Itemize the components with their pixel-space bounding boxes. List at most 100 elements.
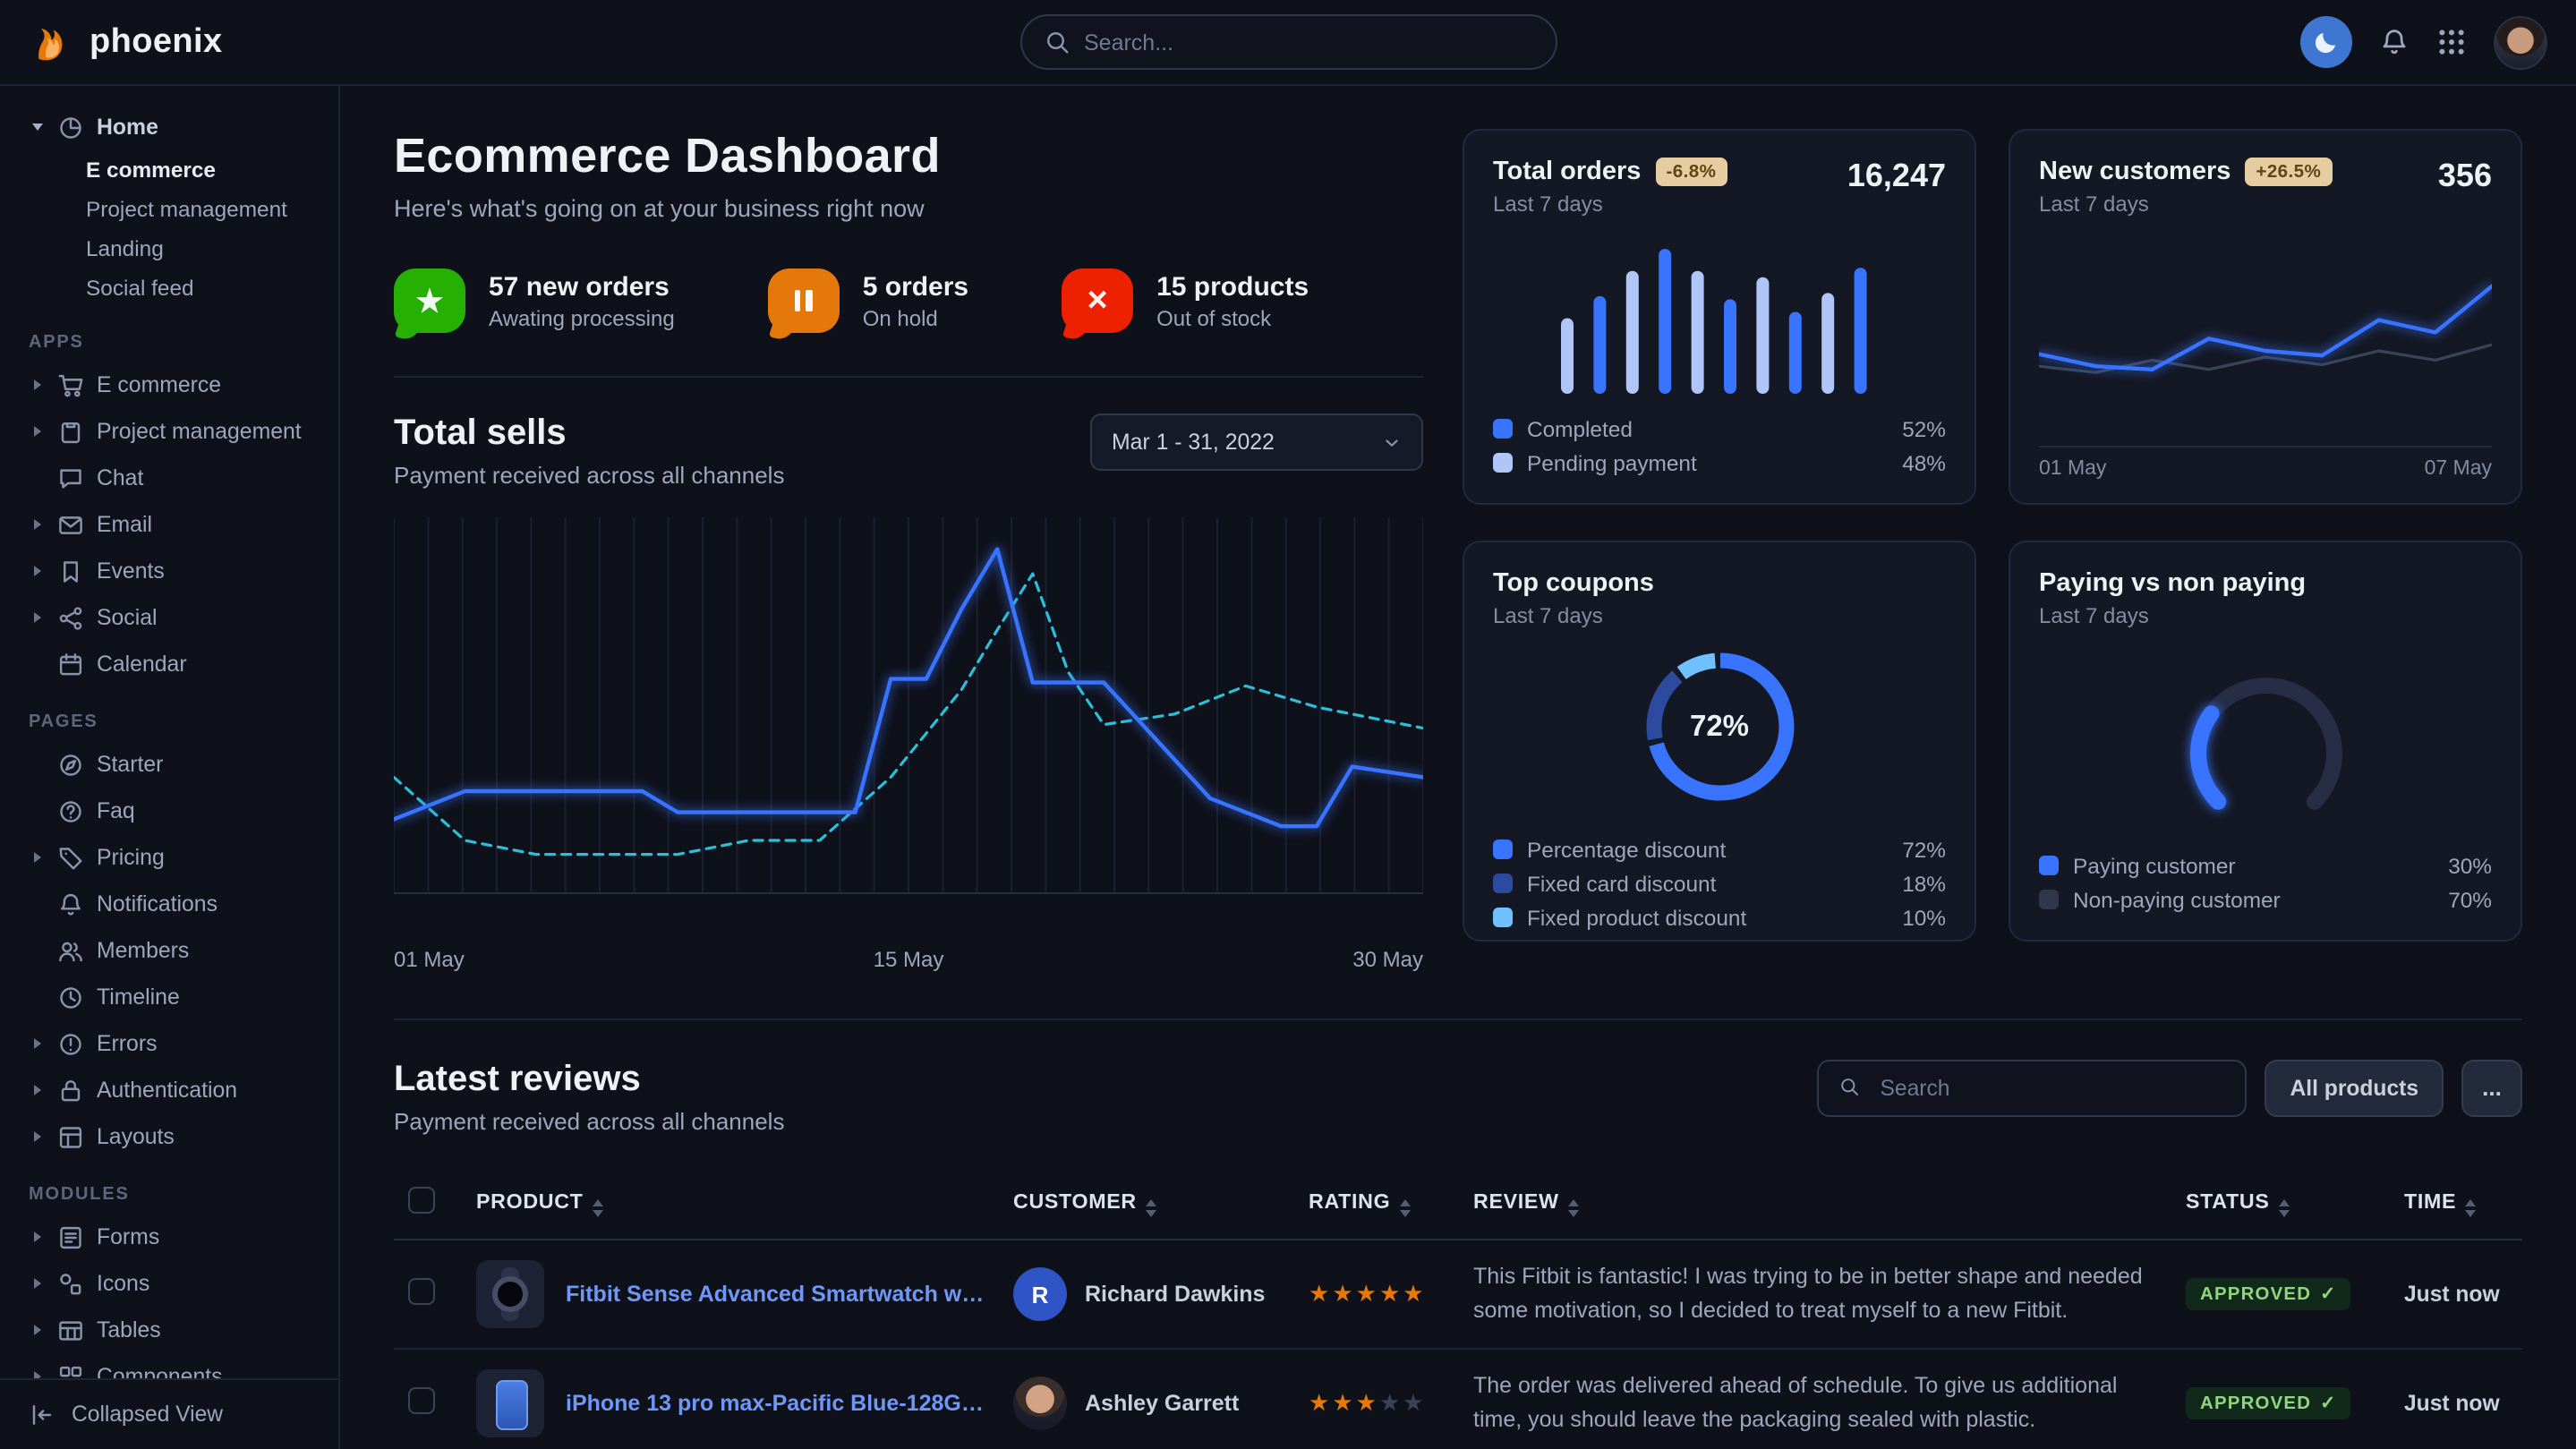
dark-mode-toggle[interactable] xyxy=(2300,16,2352,68)
paying-gauge-chart xyxy=(2158,660,2373,824)
row-checkbox[interactable] xyxy=(408,1387,435,1414)
legend-swatch xyxy=(2039,856,2059,875)
table-icon xyxy=(57,1317,84,1343)
card-period: Last 7 days xyxy=(2039,603,2306,628)
calendar-icon xyxy=(57,651,84,678)
collapsed-view-toggle[interactable]: Collapsed View xyxy=(0,1377,338,1449)
x-label: 15 May xyxy=(874,947,944,972)
review-row: Fitbit Sense Advanced Smartwatch with To… xyxy=(394,1240,2522,1349)
sidebar-item-notifications[interactable]: Notifications xyxy=(21,881,317,927)
more-options-button[interactable]: ... xyxy=(2461,1060,2522,1117)
legend-swatch xyxy=(1493,874,1513,893)
reviews-search[interactable] xyxy=(1818,1060,2248,1117)
card-title: Top coupons xyxy=(1493,569,1654,598)
column-header-product[interactable]: PRODUCT xyxy=(462,1167,999,1240)
check-icon: ✓ xyxy=(2320,1394,2336,1413)
sidebar-subitem-landing[interactable]: Landing xyxy=(21,229,317,268)
sidebar-item-layouts[interactable]: Layouts xyxy=(21,1113,317,1160)
sidebar-item-forms[interactable]: Forms xyxy=(21,1214,317,1260)
notifications-button[interactable] xyxy=(2379,27,2410,57)
sidebar-item-pricing[interactable]: Pricing xyxy=(21,834,317,881)
caret-right-icon xyxy=(29,852,45,863)
sidebar-item-icons[interactable]: Icons xyxy=(21,1260,317,1307)
sidebar-item-chat[interactable]: Chat xyxy=(21,455,317,501)
sidebar-item-label: Notifications xyxy=(97,891,218,916)
legend-row-pending-payment: Pending payment48% xyxy=(1493,446,1946,480)
help-icon xyxy=(57,797,84,824)
trend-badge: +26.5% xyxy=(2245,158,2332,186)
caret-right-icon xyxy=(29,1131,45,1142)
paying-legend: Paying customer30%Non-paying customer70% xyxy=(2039,848,2492,916)
sidebar-item-faq[interactable]: Faq xyxy=(21,788,317,834)
caret-right-icon xyxy=(29,612,45,623)
sidebar-item-home[interactable]: Home xyxy=(21,104,317,150)
top-coupons-card: Top coupons Last 7 days 72% Percentage d… xyxy=(1463,541,1976,942)
user-avatar[interactable] xyxy=(2494,15,2547,69)
pie-chart-icon xyxy=(57,114,84,141)
apps-menu-button[interactable] xyxy=(2436,27,2467,57)
sidebar-subitem-label: Project management xyxy=(86,197,287,222)
legend-swatch xyxy=(1493,908,1513,927)
sidebar-subitem-project-management[interactable]: Project management xyxy=(21,190,317,229)
status-badge: APPROVED✓ xyxy=(2186,1278,2350,1310)
stat-out-of-stock: ×15 productsOut of stock xyxy=(1062,268,1309,333)
sidebar-subitem-label: Landing xyxy=(86,236,164,261)
sidebar-item-errors[interactable]: Errors xyxy=(21,1020,317,1067)
status-label: APPROVED xyxy=(2200,1284,2311,1304)
legend-label: Non-paying customer xyxy=(2073,887,2281,912)
date-range-select[interactable]: Mar 1 - 31, 2022 xyxy=(1090,413,1423,471)
reviews-title: Latest reviews xyxy=(394,1060,784,1101)
sort-icon xyxy=(1568,1198,1579,1216)
reviews-table: PRODUCTCUSTOMERRATINGREVIEWSTATUSTIME Fi… xyxy=(394,1167,2522,1449)
column-header-rating[interactable]: RATING xyxy=(1294,1167,1459,1240)
column-header-customer[interactable]: CUSTOMER xyxy=(999,1167,1294,1240)
sidebar-item-tables[interactable]: Tables xyxy=(21,1307,317,1353)
search-icon xyxy=(1839,1075,1866,1102)
legend-swatch xyxy=(1493,840,1513,859)
product-link[interactable]: Fitbit Sense Advanced Smartwatch with To… xyxy=(566,1282,985,1307)
product-link[interactable]: iPhone 13 pro max-Pacific Blue-128GB sto… xyxy=(566,1391,985,1416)
sidebar-item-authentication[interactable]: Authentication xyxy=(21,1067,317,1113)
product-thumbnail-watch xyxy=(476,1260,544,1328)
column-header-status[interactable]: STATUS xyxy=(2171,1167,2390,1240)
stat-subtitle: Awating processing xyxy=(489,305,675,330)
sidebar-item-label: Tables xyxy=(97,1317,161,1342)
all-products-filter-button[interactable]: All products xyxy=(2265,1060,2444,1117)
legend-label: Fixed product discount xyxy=(1527,905,1746,930)
reviews-search-input[interactable] xyxy=(1881,1076,2226,1101)
brand-logo[interactable]: phoenix xyxy=(29,19,340,65)
column-header-time[interactable]: TIME xyxy=(2390,1167,2522,1240)
cart-icon xyxy=(57,371,84,398)
legend-swatch xyxy=(1493,419,1513,439)
page-subtitle: Here's what's going on at your business … xyxy=(394,195,1423,222)
sidebar-item-components[interactable]: Components xyxy=(21,1353,317,1377)
column-header-review[interactable]: REVIEW xyxy=(1459,1167,2171,1240)
apps-grid-icon xyxy=(2436,27,2467,57)
sidebar-nav: Home E commerceProject managementLanding… xyxy=(0,86,338,1377)
global-search-input[interactable] xyxy=(1084,30,1533,55)
global-search[interactable] xyxy=(1019,14,1557,70)
sidebar-item-calendar[interactable]: Calendar xyxy=(21,641,317,687)
sidebar-item-starter[interactable]: Starter xyxy=(21,741,317,788)
sidebar-item-events[interactable]: Events xyxy=(21,548,317,594)
sidebar-subitem-e-commerce[interactable]: E commerce xyxy=(21,150,317,190)
sidebar-item-timeline[interactable]: Timeline xyxy=(21,974,317,1020)
stat-subtitle: On hold xyxy=(863,305,968,330)
sidebar-item-social[interactable]: Social xyxy=(21,594,317,641)
sidebar-item-label: Chat xyxy=(97,465,143,490)
select-all-checkbox[interactable] xyxy=(408,1187,435,1214)
review-row: iPhone 13 pro max-Pacific Blue-128GB sto… xyxy=(394,1349,2522,1449)
sidebar-subitem-social-feed[interactable]: Social feed xyxy=(21,268,317,308)
clipboard-icon xyxy=(57,418,84,445)
pause-bubble-icon xyxy=(768,268,840,333)
sidebar-item-e-commerce[interactable]: E commerce xyxy=(21,362,317,408)
sidebar-item-label: Pricing xyxy=(97,845,165,870)
total-orders-card: Total orders -6.8% Last 7 days 16,247 Co… xyxy=(1463,129,1976,505)
row-checkbox[interactable] xyxy=(408,1278,435,1305)
sidebar-item-email[interactable]: Email xyxy=(21,501,317,548)
sidebar-item-members[interactable]: Members xyxy=(21,927,317,974)
sidebar-item-project-management[interactable]: Project management xyxy=(21,408,317,455)
legend-row-paying-customer: Paying customer30% xyxy=(2039,848,2492,882)
sidebar-item-label: Authentication xyxy=(97,1078,237,1103)
caret-right-icon xyxy=(29,1278,45,1289)
